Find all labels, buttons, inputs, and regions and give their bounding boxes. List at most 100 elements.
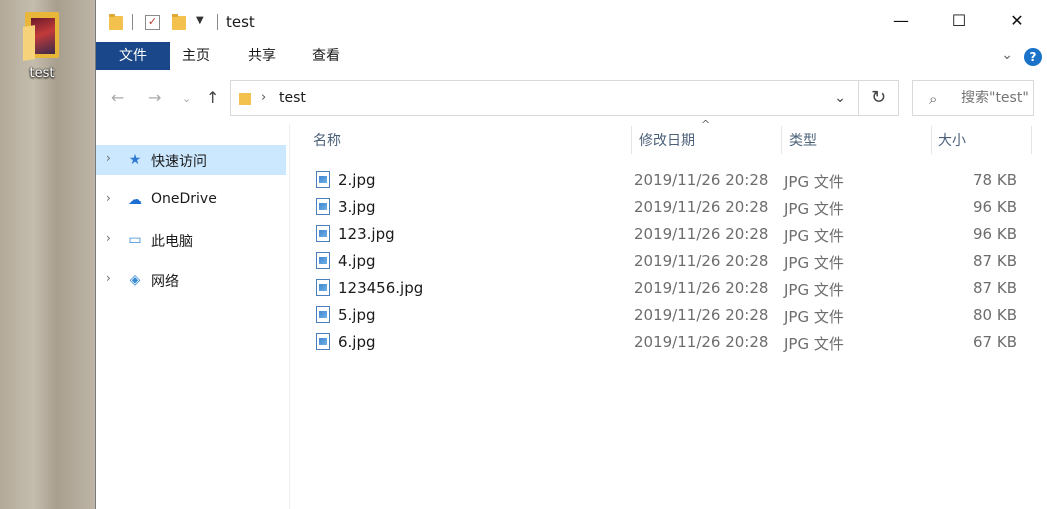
- refresh-button[interactable]: ↻: [859, 80, 899, 116]
- file-name: 2.jpg: [338, 171, 376, 189]
- sort-indicator-icon: ^: [701, 118, 711, 131]
- network-icon: ◈: [129, 272, 141, 288]
- navigation-pane: › ★ 快速访问 › ☁ OneDrive › ▭ 此电脑 › ◈ 网络: [96, 124, 290, 509]
- image-file-icon: [316, 171, 330, 188]
- nav-item-label: OneDrive: [151, 191, 217, 207]
- column-divider[interactable]: [1031, 126, 1032, 154]
- file-row[interactable]: 6.jpg 2019/11/26 20:28 JPG 文件 67 KB: [316, 329, 1036, 356]
- file-list: ^ 名称 修改日期 类型 大小 2.jpg 2019/11/26 20:28 J…: [301, 118, 1047, 509]
- computer-icon: ▭: [128, 232, 142, 248]
- nav-item-label: 网络: [151, 274, 179, 290]
- expand-chevron-icon[interactable]: ›: [106, 231, 111, 245]
- image-file-icon: [316, 306, 330, 323]
- file-name: 4.jpg: [338, 252, 376, 270]
- divider: [217, 14, 218, 30]
- file-type: JPG 文件: [784, 281, 844, 299]
- image-file-icon: [316, 225, 330, 242]
- desktop-icon-label: test: [29, 66, 55, 81]
- file-date: 2019/11/26 20:28: [634, 225, 769, 243]
- file-date: 2019/11/26 20:28: [634, 171, 769, 189]
- back-arrow-icon[interactable]: ←: [111, 88, 124, 107]
- file-type: JPG 文件: [784, 173, 844, 191]
- file-date: 2019/11/26 20:28: [634, 198, 769, 216]
- nav-item-onedrive[interactable]: › ☁ OneDrive: [96, 185, 286, 215]
- file-name: 123.jpg: [338, 225, 395, 243]
- forward-arrow-icon[interactable]: →: [148, 88, 161, 107]
- search-box[interactable]: ⌕: [912, 80, 1034, 116]
- minimize-button[interactable]: —: [872, 0, 930, 42]
- file-row[interactable]: 5.jpg 2019/11/26 20:28 JPG 文件 80 KB: [316, 302, 1036, 329]
- new-folder-icon[interactable]: [172, 14, 186, 30]
- column-header-name[interactable]: 名称: [313, 124, 341, 156]
- file-size: 87 KB: [973, 252, 1017, 270]
- file-size: 78 KB: [973, 171, 1017, 189]
- up-arrow-icon[interactable]: ↑: [206, 88, 219, 107]
- nav-item-label: 快速访问: [151, 154, 207, 170]
- file-name: 3.jpg: [338, 198, 376, 216]
- file-name: 123456.jpg: [338, 279, 424, 297]
- recent-locations-dropdown-icon[interactable]: ⌄: [182, 92, 191, 105]
- nav-item-network[interactable]: › ◈ 网络: [96, 265, 286, 295]
- expand-chevron-icon[interactable]: ›: [106, 151, 111, 165]
- file-row[interactable]: 3.jpg 2019/11/26 20:28 JPG 文件 96 KB: [316, 194, 1036, 221]
- folder-icon: [109, 14, 123, 30]
- file-date: 2019/11/26 20:28: [634, 333, 769, 351]
- file-size: 87 KB: [973, 279, 1017, 297]
- file-row[interactable]: 123.jpg 2019/11/26 20:28 JPG 文件 96 KB: [316, 221, 1036, 248]
- search-input[interactable]: [961, 90, 1033, 106]
- tab-file[interactable]: 文件: [96, 42, 170, 70]
- breadcrumb-current[interactable]: test: [279, 90, 306, 106]
- file-name: 5.jpg: [338, 306, 376, 324]
- column-divider[interactable]: [631, 126, 632, 154]
- file-type: JPG 文件: [784, 335, 844, 353]
- file-row[interactable]: 4.jpg 2019/11/26 20:28 JPG 文件 87 KB: [316, 248, 1036, 275]
- column-header-date[interactable]: 修改日期: [639, 124, 695, 156]
- help-icon[interactable]: ?: [1024, 48, 1042, 66]
- address-dropdown-icon[interactable]: ⌄: [834, 90, 846, 106]
- column-divider[interactable]: [781, 126, 782, 154]
- file-date: 2019/11/26 20:28: [634, 252, 769, 270]
- star-icon: ★: [128, 152, 142, 168]
- image-file-icon: [316, 252, 330, 269]
- close-button[interactable]: ✕: [988, 0, 1046, 42]
- folder-icon: [23, 8, 61, 61]
- tab-home[interactable]: 主页: [166, 42, 226, 70]
- breadcrumb-chevron-icon[interactable]: ›: [261, 90, 266, 105]
- file-type: JPG 文件: [784, 227, 844, 245]
- file-row[interactable]: 2.jpg 2019/11/26 20:28 JPG 文件 78 KB: [316, 167, 1036, 194]
- nav-item-label: 此电脑: [151, 234, 193, 250]
- file-type: JPG 文件: [784, 254, 844, 272]
- search-icon: ⌕: [929, 90, 938, 108]
- properties-checkbox-icon[interactable]: ✓: [145, 15, 160, 30]
- expand-chevron-icon[interactable]: ›: [106, 191, 111, 205]
- nav-item-this-pc[interactable]: › ▭ 此电脑: [96, 225, 286, 255]
- refresh-icon: ↻: [870, 87, 887, 108]
- column-header-size[interactable]: 大小: [938, 124, 966, 156]
- file-row[interactable]: 123456.jpg 2019/11/26 20:28 JPG 文件 87 KB: [316, 275, 1036, 302]
- column-header-type[interactable]: 类型: [789, 124, 817, 156]
- column-divider[interactable]: [931, 126, 932, 154]
- desktop-folder-test[interactable]: test: [18, 8, 66, 81]
- window-title: test: [226, 13, 255, 31]
- explorer-window: ✓ ▼ test — ☐ ✕ 文件 主页 共享 查看 ⌄ ? ← → ⌄ ↑ ›…: [95, 0, 1047, 509]
- desktop: test: [0, 0, 95, 509]
- nav-item-quick-access[interactable]: › ★ 快速访问: [96, 145, 286, 175]
- file-date: 2019/11/26 20:28: [634, 306, 769, 324]
- file-type: JPG 文件: [784, 308, 844, 326]
- cloud-icon: ☁: [128, 192, 142, 208]
- image-file-icon: [316, 279, 330, 296]
- navigation-bar: ← → ⌄ ↑ › test ⌄ ↻ ⌕: [96, 72, 1047, 124]
- expand-ribbon-icon[interactable]: ⌄: [1001, 47, 1013, 63]
- file-size: 96 KB: [973, 198, 1017, 216]
- address-bar[interactable]: › test ⌄: [230, 80, 859, 116]
- expand-chevron-icon[interactable]: ›: [106, 271, 111, 285]
- quick-access-dropdown-icon[interactable]: ▼: [196, 15, 204, 26]
- ribbon-tabs: 文件 主页 共享 查看 ⌄ ?: [96, 42, 1047, 73]
- tab-view[interactable]: 查看: [296, 42, 356, 70]
- folder-icon: [239, 93, 251, 105]
- tab-share[interactable]: 共享: [232, 42, 292, 70]
- maximize-button[interactable]: ☐: [930, 0, 988, 42]
- file-size: 67 KB: [973, 333, 1017, 351]
- title-bar: ✓ ▼ test — ☐ ✕: [96, 0, 1047, 42]
- file-date: 2019/11/26 20:28: [634, 279, 769, 297]
